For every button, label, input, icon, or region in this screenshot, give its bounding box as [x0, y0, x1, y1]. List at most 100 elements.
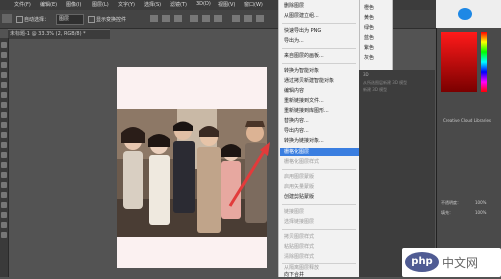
menu-item-convert-smart-object[interactable]: 转换为智能对象	[284, 67, 358, 75]
history-brush-tool-icon[interactable]	[1, 132, 7, 138]
menu-item-enable-vector-mask[interactable]: 启用矢量蒙版	[284, 183, 358, 191]
auto-select-dropdown[interactable]: 图层	[56, 14, 84, 25]
menu-item-artboard-from-layers[interactable]: 来自图层的画板...	[284, 52, 358, 60]
opacity-label: 不透明度：	[441, 200, 461, 205]
align-middle-icon[interactable]	[162, 15, 170, 22]
menu-item-enable-layer-mask[interactable]: 启用图层蒙版	[284, 173, 358, 181]
menu-item-export-as[interactable]: 导出为...	[284, 37, 358, 45]
lasso-tool-icon[interactable]	[1, 62, 7, 68]
menu-item-edit-contents[interactable]: 编辑内容	[284, 87, 358, 95]
gradient-tool-icon[interactable]	[1, 152, 7, 158]
align-left-icon[interactable]	[190, 15, 198, 22]
menu-view[interactable]: 视图(V)	[218, 1, 235, 8]
menu-item-rasterize-layer[interactable]: 栅格化图层	[280, 148, 360, 156]
color-gray[interactable]: 灰色	[364, 54, 374, 61]
path-select-tool-icon[interactable]	[1, 202, 7, 208]
zoom-tool-icon[interactable]	[1, 232, 7, 238]
quick-select-tool-icon[interactable]	[1, 72, 7, 78]
distribute-2-icon[interactable]	[244, 15, 252, 22]
marquee-tool-icon[interactable]	[1, 52, 7, 58]
menu-type[interactable]: 文字(Y)	[118, 1, 135, 8]
document-tab[interactable]: 未标题-1 @ 33.3% (2, RGB/8) *	[8, 29, 110, 39]
auto-select-label: 自动选择：	[24, 17, 50, 23]
distribute-icon[interactable]	[232, 15, 240, 22]
type-tool-icon[interactable]	[1, 192, 7, 198]
eyedropper-tool-icon[interactable]	[1, 92, 7, 98]
align-right-icon[interactable]	[214, 15, 222, 22]
color-green[interactable]: 绿色	[364, 24, 374, 31]
eraser-tool-icon[interactable]	[1, 142, 7, 148]
php-logo: php	[405, 252, 439, 272]
color-submenu: 橙色 黄色 绿色 蓝色 紫色 灰色	[359, 0, 393, 71]
auto-select-checkbox[interactable]	[16, 16, 23, 23]
menu-3d[interactable]: 3D(D)	[196, 1, 211, 7]
menu-layer[interactable]: 图层(L)	[92, 1, 109, 8]
crop-tool-icon[interactable]	[1, 82, 7, 88]
menu-separator	[282, 204, 356, 205]
menu-item-quick-export-png[interactable]: 快速导出为 PNG	[284, 27, 358, 35]
show-transform-label: 显示变换控件	[96, 17, 127, 23]
menu-item-group-from-layers[interactable]: 从图层建立组...	[284, 12, 358, 20]
menu-item-create-clipping-mask[interactable]: 创建剪贴蒙版	[284, 193, 358, 201]
color-picker-field[interactable]	[441, 32, 477, 92]
3d-panel-title: 3D	[363, 72, 369, 77]
menu-item-rasterize-layer-style[interactable]: 栅格化图层样式	[284, 158, 358, 166]
3d-panel: 3D 从所选图层新建 3D 模型 新建 3D 模型	[359, 70, 435, 277]
fill-label: 填充：	[441, 210, 453, 215]
menu-item-replace-contents[interactable]: 替换内容...	[284, 117, 358, 125]
pointer-arrow-icon	[228, 142, 270, 207]
menu-separator	[282, 169, 356, 170]
hue-slider[interactable]	[481, 32, 487, 92]
align-bottom-icon[interactable]	[174, 15, 182, 22]
menu-item-link-layers[interactable]: 链接图层	[284, 208, 358, 216]
menu-item-relink-library[interactable]: 重新链接到库图形...	[284, 107, 358, 115]
3d-option-2[interactable]: 新建 3D 模型	[363, 87, 387, 93]
menu-file[interactable]: 文件(F)	[14, 1, 31, 8]
color-orange[interactable]: 橙色	[364, 4, 374, 11]
menu-item-copy-layer-style[interactable]: 拷贝图层样式	[284, 233, 358, 241]
align-top-icon[interactable]	[150, 15, 158, 22]
dodge-tool-icon[interactable]	[1, 172, 7, 178]
color-purple[interactable]: 紫色	[364, 44, 374, 51]
menu-item-select-linked[interactable]: 选择链接图层	[284, 218, 358, 226]
shape-tool-icon[interactable]	[1, 212, 7, 218]
opacity-value[interactable]: 100%	[475, 200, 486, 205]
menu-filter[interactable]: 滤镜(T)	[170, 1, 187, 8]
3d-option-1[interactable]: 从所选图层新建 3D 模型	[363, 80, 407, 86]
tools-panel	[0, 38, 9, 277]
show-transform-checkbox[interactable]	[88, 16, 95, 23]
menu-edit[interactable]: 编辑(E)	[40, 1, 57, 8]
watermark-text: 中文网	[442, 256, 479, 270]
color-yellow[interactable]: 黄色	[364, 14, 374, 21]
menu-separator	[282, 23, 356, 24]
menu-item-new-smart-object-via-copy[interactable]: 通过拷贝新建智能对象	[284, 77, 358, 85]
menu-item-merge-down[interactable]: 向下合并	[284, 271, 358, 279]
menu-separator	[282, 63, 356, 64]
cloud-icon[interactable]	[458, 8, 472, 20]
brush-tool-icon[interactable]	[1, 112, 7, 118]
pen-tool-icon[interactable]	[1, 182, 7, 188]
distribute-3-icon[interactable]	[256, 15, 264, 22]
menu-bar: 文件(F) 编辑(E) 图像(I) 图层(L) 文字(Y) 选择(S) 滤镜(T…	[0, 0, 501, 10]
cc-libraries-label: Creative Cloud Libraries	[443, 118, 492, 123]
healing-tool-icon[interactable]	[1, 102, 7, 108]
menu-separator	[282, 229, 356, 230]
align-center-icon[interactable]	[202, 15, 210, 22]
menu-item-clear-layer-style[interactable]: 清除图层样式	[284, 253, 358, 261]
menu-item-relink-file[interactable]: 重新链接到文件...	[284, 97, 358, 105]
menu-item-convert-linked[interactable]: 转换为链接对象...	[284, 137, 358, 145]
hand-tool-icon[interactable]	[1, 222, 7, 228]
menu-select[interactable]: 选择(S)	[144, 1, 161, 8]
move-tool-icon[interactable]	[2, 14, 12, 23]
menu-item-delete-layer[interactable]: 删除图层	[284, 2, 358, 10]
stamp-tool-icon[interactable]	[1, 122, 7, 128]
fill-value[interactable]: 100%	[475, 210, 486, 215]
color-blue[interactable]: 蓝色	[364, 34, 374, 41]
menu-item-paste-layer-style[interactable]: 粘贴图层样式	[284, 243, 358, 251]
menu-separator	[282, 48, 356, 49]
menu-image[interactable]: 图像(I)	[66, 1, 81, 8]
menu-item-export-contents[interactable]: 导出内容...	[284, 127, 358, 135]
menu-window[interactable]: 窗口(W)	[244, 1, 263, 8]
blur-tool-icon[interactable]	[1, 162, 7, 168]
move-tool-icon[interactable]	[1, 42, 7, 48]
